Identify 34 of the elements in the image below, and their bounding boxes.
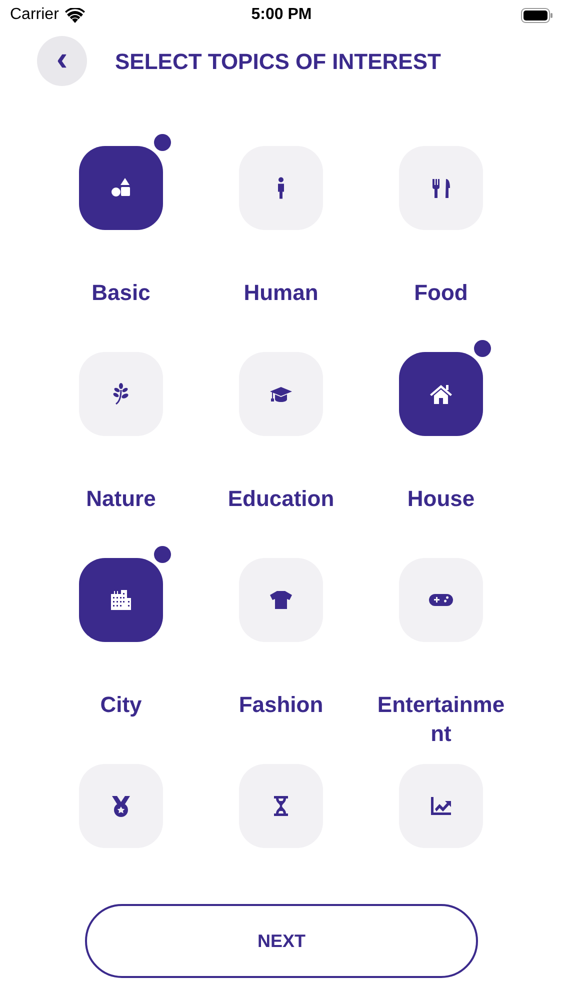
wifi-icon bbox=[64, 8, 85, 22]
topic-tile[interactable] bbox=[399, 352, 483, 436]
topic-label: Fashion bbox=[238, 691, 324, 719]
topic-tile[interactable] bbox=[79, 558, 163, 642]
topic-label: Food bbox=[413, 279, 469, 307]
topic-label: House bbox=[406, 485, 476, 513]
city-buildings-icon bbox=[109, 588, 133, 612]
back-button[interactable]: ‹ bbox=[37, 36, 87, 86]
topic-tile[interactable] bbox=[79, 764, 163, 848]
topic-tile[interactable] bbox=[239, 558, 323, 642]
medal-icon bbox=[109, 794, 133, 818]
battery-icon bbox=[521, 8, 553, 22]
topic-tile[interactable] bbox=[239, 146, 323, 230]
topic-tile[interactable] bbox=[79, 146, 163, 230]
topic-label: City bbox=[99, 691, 143, 719]
house-icon bbox=[429, 382, 453, 406]
topic-tile[interactable] bbox=[239, 352, 323, 436]
t-shirt-icon bbox=[269, 588, 293, 612]
topic-label: Education bbox=[226, 485, 336, 513]
clock-time: 5:00 PM bbox=[251, 5, 312, 25]
topic-label: Basic bbox=[90, 279, 152, 307]
next-button[interactable]: NEXT bbox=[85, 904, 478, 978]
person-icon bbox=[278, 177, 284, 199]
topic-tile[interactable] bbox=[399, 146, 483, 230]
line-chart-icon bbox=[429, 794, 453, 818]
topic-tile[interactable] bbox=[239, 764, 323, 848]
topic-label: Human bbox=[242, 279, 320, 307]
carrier-name: Carrier bbox=[10, 5, 59, 25]
page-title: SELECT TOPICS OF INTEREST bbox=[115, 48, 441, 76]
topic-tile[interactable] bbox=[399, 764, 483, 848]
topic-label: Entertainment bbox=[376, 691, 506, 748]
topic-label: Nature bbox=[85, 485, 157, 513]
topic-tile[interactable] bbox=[79, 352, 163, 436]
topic-tile[interactable] bbox=[399, 558, 483, 642]
